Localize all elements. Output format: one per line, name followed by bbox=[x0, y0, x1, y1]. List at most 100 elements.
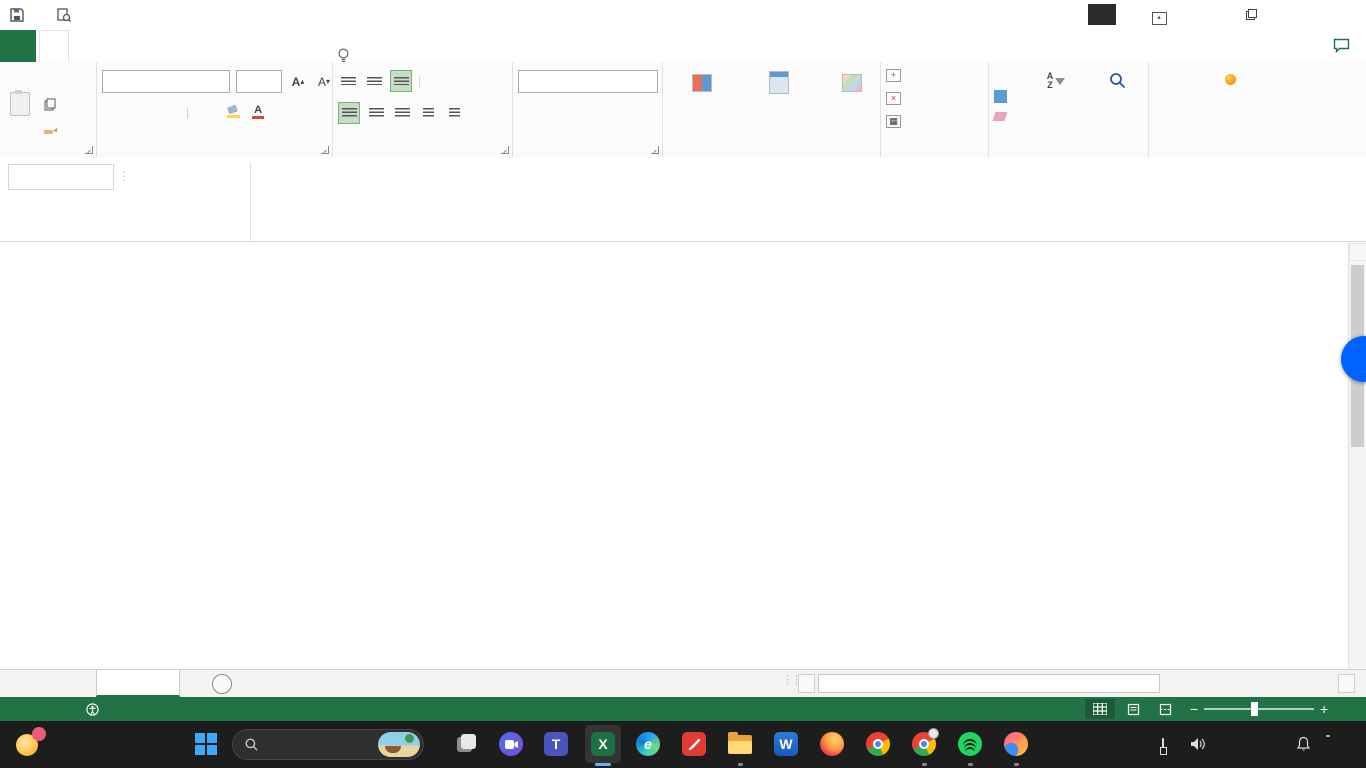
align-center-icon[interactable] bbox=[366, 103, 386, 123]
network-icon[interactable] bbox=[1162, 738, 1164, 768]
align-right-icon[interactable] bbox=[392, 103, 412, 123]
print-preview-icon[interactable] bbox=[57, 8, 71, 22]
group-clipboard bbox=[0, 62, 97, 157]
zoom-out-icon[interactable]: − bbox=[1190, 697, 1198, 721]
clock[interactable] bbox=[1218, 732, 1284, 768]
task-view-button[interactable] bbox=[452, 730, 480, 758]
italic-button[interactable] bbox=[128, 102, 148, 122]
orientation-icon[interactable] bbox=[427, 71, 447, 91]
notifications-bell-icon[interactable] bbox=[1296, 736, 1311, 768]
find-select-button[interactable] bbox=[1088, 72, 1146, 95]
word-icon[interactable]: W bbox=[772, 730, 800, 758]
page-layout-view-icon[interactable] bbox=[1118, 699, 1148, 719]
clear-icon[interactable] bbox=[992, 112, 1008, 121]
font-size-combo[interactable] bbox=[236, 70, 282, 93]
align-bottom-icon[interactable] bbox=[390, 70, 412, 92]
zoom-slider-thumb[interactable] bbox=[1251, 702, 1258, 716]
increase-indent-icon[interactable] bbox=[444, 103, 464, 123]
accessibility-status[interactable] bbox=[86, 697, 104, 721]
firefox-icon[interactable] bbox=[818, 730, 846, 758]
conditional-formatting-button[interactable] bbox=[670, 73, 734, 95]
align-top-icon[interactable] bbox=[338, 71, 358, 91]
tab-formulas[interactable] bbox=[135, 30, 163, 62]
scroll-right-icon[interactable] bbox=[1338, 674, 1355, 693]
weather-widget-icon[interactable] bbox=[14, 727, 46, 760]
normal-view-icon[interactable] bbox=[1085, 699, 1115, 719]
restore-button[interactable] bbox=[1228, 0, 1274, 30]
percent-icon[interactable] bbox=[556, 102, 576, 122]
tab-revisar[interactable] bbox=[198, 30, 226, 62]
underline-button[interactable] bbox=[154, 102, 174, 122]
autosum-icon[interactable] bbox=[994, 68, 1014, 88]
bold-button[interactable] bbox=[102, 102, 122, 122]
tab-inicio[interactable] bbox=[39, 30, 70, 63]
pdfelement-icon[interactable] bbox=[680, 730, 708, 758]
comma-style-icon[interactable] bbox=[585, 102, 605, 122]
meet-camera-app-icon[interactable] bbox=[497, 730, 525, 758]
tab-vista[interactable] bbox=[229, 30, 257, 62]
zoom-in-icon[interactable]: + bbox=[1320, 697, 1328, 721]
currency-icon[interactable] bbox=[518, 102, 538, 122]
sheet-tab[interactable] bbox=[96, 670, 180, 697]
vertical-scrollbar[interactable] bbox=[1348, 243, 1366, 669]
grow-font-icon[interactable]: A ▴ bbox=[288, 72, 308, 92]
cell-styles-button[interactable] bbox=[824, 73, 880, 95]
new-sheet-icon[interactable] bbox=[212, 674, 232, 694]
font-dialog-launcher-icon[interactable] bbox=[321, 146, 329, 154]
fill-icon[interactable] bbox=[994, 90, 1007, 103]
edge-icon[interactable]: e bbox=[634, 730, 662, 758]
excel-icon[interactable]: X bbox=[589, 730, 617, 758]
align-middle-icon[interactable] bbox=[364, 71, 384, 91]
formula-input[interactable] bbox=[250, 162, 1340, 242]
spotify-icon[interactable] bbox=[956, 730, 984, 758]
font-name-combo[interactable] bbox=[102, 70, 230, 93]
paint-app-icon[interactable] bbox=[1002, 730, 1030, 758]
merge-center-icon[interactable] bbox=[470, 103, 490, 123]
fill-color-icon[interactable] bbox=[227, 104, 241, 118]
page-break-view-icon[interactable] bbox=[1150, 699, 1180, 719]
tab-pdfelement[interactable] bbox=[292, 30, 320, 62]
number-format-combo[interactable] bbox=[518, 70, 658, 93]
chrome-profile-icon[interactable] bbox=[910, 728, 939, 758]
scroll-left-icon[interactable] bbox=[798, 674, 815, 693]
volume-icon[interactable] bbox=[1190, 737, 1206, 768]
number-dialog-launcher-icon[interactable] bbox=[651, 146, 659, 154]
ribbon-display-options-button[interactable]: ▴ bbox=[1136, 0, 1182, 30]
sort-filter-button[interactable]: AZ bbox=[1026, 72, 1086, 93]
scroll-up-icon[interactable] bbox=[1349, 243, 1366, 261]
font-color-icon[interactable]: A bbox=[252, 104, 265, 119]
sign-in-button[interactable] bbox=[1088, 4, 1116, 25]
decrease-indent-icon[interactable] bbox=[418, 103, 438, 123]
format-as-table-button[interactable] bbox=[744, 71, 814, 97]
increase-decimal-icon[interactable] bbox=[614, 102, 634, 122]
tab-archivo[interactable] bbox=[0, 30, 36, 62]
align-left-icon[interactable] bbox=[338, 102, 360, 124]
save-icon[interactable] bbox=[10, 8, 24, 22]
copy-icon[interactable] bbox=[40, 94, 60, 114]
tab-insertar[interactable] bbox=[73, 30, 101, 62]
start-button[interactable] bbox=[192, 730, 220, 758]
comments-icon[interactable] bbox=[1333, 38, 1350, 56]
file-explorer-icon[interactable] bbox=[726, 730, 754, 758]
close-button[interactable] bbox=[1306, 0, 1366, 30]
search-box[interactable] bbox=[232, 729, 424, 760]
minimize-button[interactable] bbox=[1182, 0, 1228, 30]
zoom-slider[interactable] bbox=[1204, 708, 1314, 710]
borders-icon[interactable] bbox=[195, 102, 215, 122]
tab-disposicion[interactable] bbox=[104, 30, 132, 62]
shrink-font-icon[interactable]: A ▾ bbox=[314, 72, 334, 92]
clipboard-dialog-launcher-icon[interactable] bbox=[85, 146, 93, 154]
cut-icon[interactable] bbox=[40, 70, 60, 90]
decrease-decimal-icon[interactable] bbox=[643, 102, 663, 122]
addins-button[interactable] bbox=[1188, 74, 1272, 93]
wrap-text-icon[interactable] bbox=[459, 71, 479, 91]
horizontal-scroll-thumb[interactable] bbox=[818, 674, 1160, 693]
tab-datos[interactable] bbox=[167, 30, 195, 62]
tab-ayuda[interactable] bbox=[261, 30, 289, 62]
alignment-dialog-launcher-icon[interactable] bbox=[501, 146, 509, 154]
format-painter-icon[interactable] bbox=[40, 118, 60, 138]
teams-icon[interactable]: T bbox=[542, 730, 570, 758]
horizontal-scrollbar[interactable] bbox=[798, 674, 1358, 693]
name-box[interactable] bbox=[8, 164, 114, 190]
chrome-icon[interactable] bbox=[864, 730, 892, 758]
